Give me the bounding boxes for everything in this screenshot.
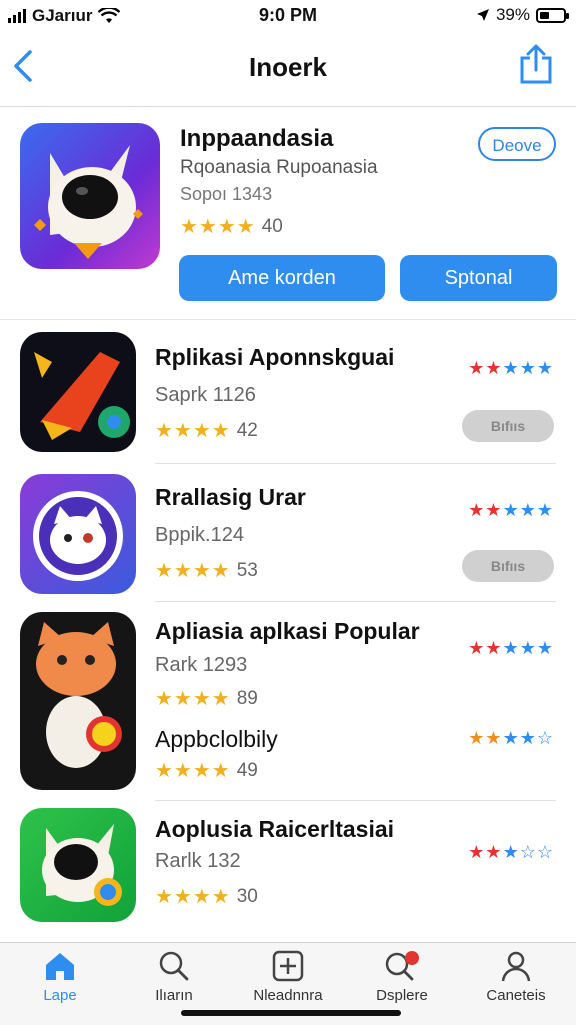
app-subtitle: Bppik.124	[155, 524, 244, 546]
location-arrow-icon	[476, 9, 489, 21]
tab-label: Dsplere	[376, 987, 428, 1004]
search-icon	[159, 951, 189, 981]
rating-count: 42	[236, 419, 258, 441]
device-button[interactable]: Deove	[478, 127, 556, 161]
app-name: Rplikasi Aponnskguai	[155, 344, 395, 370]
tab-label: Lape	[43, 987, 77, 1004]
row-divider	[155, 601, 556, 602]
app-name: Rrallasig Urar	[155, 484, 306, 510]
battery-icon	[536, 7, 569, 23]
cat-face-icon	[33, 491, 123, 581]
rating-count: 49	[236, 759, 258, 781]
featured-app-icon[interactable]	[20, 123, 160, 269]
cat-mascot-icon	[34, 145, 143, 259]
app-subtitle: Rarlk 132	[155, 850, 241, 872]
tab-profile[interactable]: Caneteis	[466, 949, 566, 1004]
rating-stars: ★★★★	[155, 688, 231, 710]
search-notification-icon	[385, 951, 419, 981]
navigation-bar: Inoerk	[0, 30, 576, 107]
tab-label: Caneteis	[486, 987, 546, 1004]
color-rating-stars: ★★★★★	[468, 638, 554, 658]
rating-count: 53	[236, 559, 258, 581]
featured-app-rating: ★★★★ 40	[180, 214, 283, 239]
get-button[interactable]: Bıfııs	[462, 410, 554, 442]
primary-action-button[interactable]: Ame korden	[179, 255, 385, 301]
list-item[interactable]: Apliasia aplkasi Popular Rark 1293 ★★★★ …	[0, 610, 576, 801]
app-icon	[20, 612, 136, 790]
color-rating-stars: ★★★☆☆	[468, 842, 554, 862]
rating-stars: ★★★★	[155, 760, 231, 782]
rating-count: 40	[261, 215, 283, 237]
featured-app-meta: Sopoı 1343	[180, 184, 273, 204]
row-divider	[155, 463, 556, 464]
app-icon	[20, 808, 136, 922]
list-item[interactable]: Rrallasig Urar Bppik.124 ★★★★ 53 ★★★★★ B…	[0, 470, 576, 602]
app-icon	[20, 332, 136, 452]
fox-mascot-icon	[36, 622, 122, 768]
app-rating: ★★★★ 89	[155, 686, 258, 711]
share-icon[interactable]	[518, 44, 554, 84]
app-rating: ★★★★ 49	[155, 758, 258, 783]
app-rating: ★★★★ 30	[155, 884, 258, 909]
list-item[interactable]: Rplikasi Aponnskguai Saprk 1126 ★★★★ 42 …	[0, 330, 576, 464]
tab-search[interactable]: Ilıarın	[124, 949, 224, 1004]
rating-count: 89	[236, 687, 258, 709]
app-icon	[20, 474, 136, 594]
get-button[interactable]: Bıfııs	[462, 550, 554, 582]
featured-app-name: Inppaandasia	[180, 125, 334, 152]
tab-home[interactable]: Lape	[10, 949, 110, 1004]
featured-app-subtitle: Rqoanasia Rupoanasia	[180, 157, 378, 178]
list-item[interactable]: Aoplusia Raicerltasiai Rarlk 132 ★★★★ 30…	[0, 806, 576, 930]
app-rating: ★★★★ 42	[155, 418, 258, 443]
rocket-icon	[34, 352, 130, 440]
row-divider	[155, 800, 556, 801]
app-name: Aoplusia Raicerltasiai	[155, 816, 395, 842]
app-name: Apliasia aplkasi Popular	[155, 618, 420, 644]
app-subtitle: Saprk 1126	[155, 384, 256, 406]
cat-mascot-icon	[42, 824, 122, 906]
tab-label: Ilıarın	[155, 987, 193, 1004]
page-title: Inoerk	[248, 52, 328, 82]
profile-icon	[501, 951, 531, 982]
app-subtitle: Rark 1293	[155, 654, 248, 676]
tab-label: Nleadnnra	[253, 987, 323, 1004]
color-rating-stars: ★★★★★	[468, 358, 554, 378]
secondary-action-button[interactable]: Sptonal	[400, 255, 557, 301]
tab-explore[interactable]: Dsplere	[352, 949, 452, 1004]
color-rating-stars: ★★★★★	[468, 500, 554, 520]
rating-stars: ★★★★	[155, 560, 231, 582]
rating-count: 30	[236, 885, 258, 907]
featured-app-card: Inppaandasia Rqoanasia Rupoanasia Sopoı …	[0, 107, 576, 320]
app-rating: ★★★★ 53	[155, 558, 258, 583]
rating-stars: ★★★★	[155, 420, 231, 442]
home-indicator	[181, 1010, 401, 1016]
plus-box-icon	[272, 950, 304, 982]
color-rating-stars: ★★★★☆	[468, 728, 554, 748]
rating-stars: ★★★★	[155, 886, 231, 908]
tab-new[interactable]: Nleadnnra	[238, 949, 338, 1004]
battery-percent: 39%	[495, 5, 530, 24]
app-name: Appbclolbily	[155, 726, 278, 752]
rating-stars: ★★★★	[180, 216, 256, 238]
status-bar: GJarıur 9:0 PM 39%	[0, 0, 576, 30]
home-icon	[46, 953, 74, 980]
